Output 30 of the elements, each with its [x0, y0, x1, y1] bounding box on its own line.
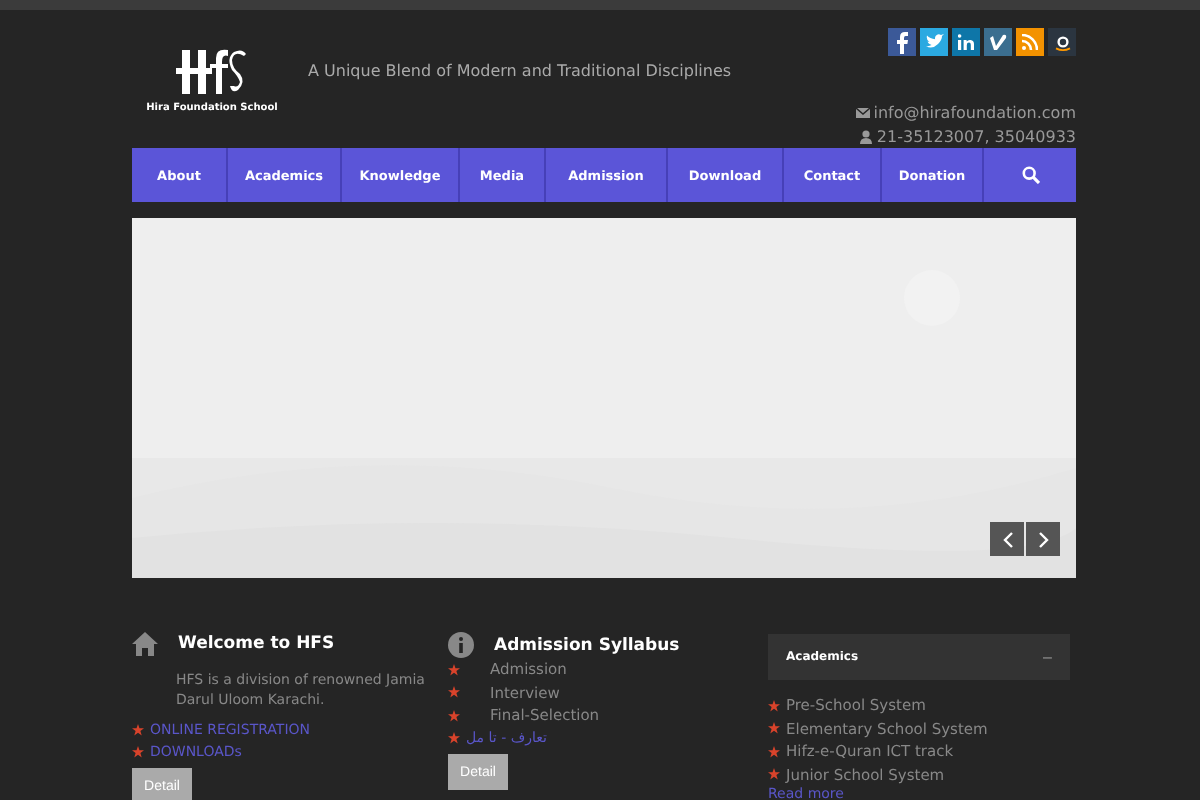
mail-icon [855, 108, 870, 118]
phone-text: 21-35123007, 35040933 [876, 128, 1076, 146]
logo-icon [176, 46, 248, 98]
facebook-icon[interactable] [888, 28, 916, 56]
previous-button[interactable] [990, 522, 1024, 556]
tagline: A Unique Blend of Modern and Traditional Disciplines [308, 62, 734, 80]
search-icon [1021, 166, 1039, 184]
collapse-button[interactable]: – [1043, 648, 1052, 666]
star-icon [448, 732, 460, 745]
section-title: Welcome to HFS [178, 634, 335, 654]
star-icon [768, 722, 780, 735]
star-icon [768, 745, 780, 758]
star-icon [768, 768, 780, 781]
email-text: info@hirafoundation.com [873, 104, 1076, 122]
next-button[interactable] [1026, 522, 1060, 556]
person-icon [860, 130, 873, 144]
amazon-icon[interactable] [1048, 28, 1076, 56]
vimeo-icon[interactable] [984, 28, 1012, 56]
chevron-right-icon [1037, 531, 1049, 547]
home-icon [132, 632, 158, 656]
star-icon [132, 746, 144, 759]
section-title: Admission Syllabus [494, 635, 680, 655]
info-icon [448, 632, 474, 658]
linkedin-icon[interactable] [952, 28, 980, 56]
star-icon [448, 709, 460, 722]
star-icon [132, 723, 144, 736]
star-icon [448, 686, 460, 699]
chevron-left-icon [1001, 531, 1013, 547]
star-icon [768, 699, 780, 712]
star-icon [448, 663, 460, 676]
